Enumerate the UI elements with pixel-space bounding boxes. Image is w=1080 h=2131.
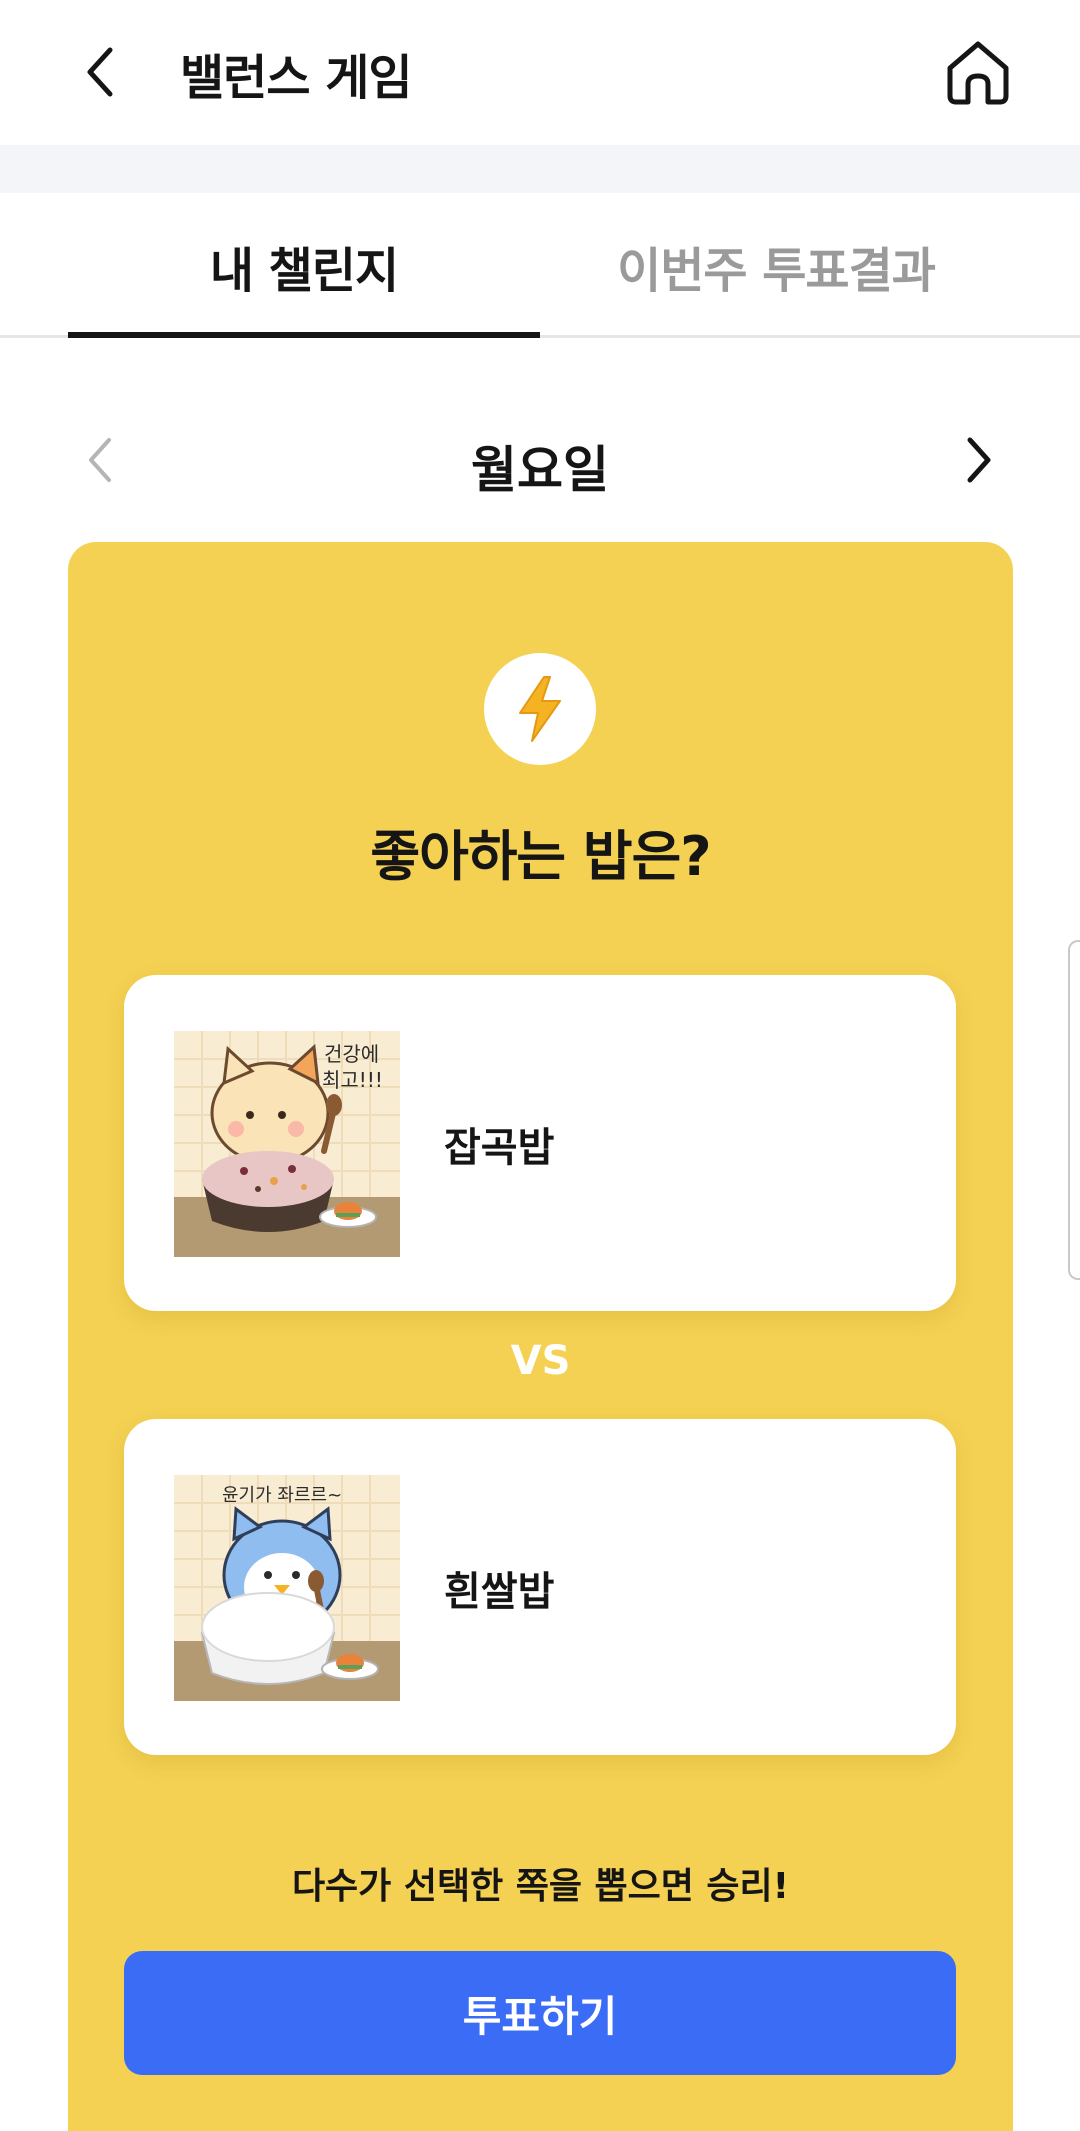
day-label: 월요일: [471, 441, 609, 499]
multigrain-rice-illustration: 건강에 최고!!!: [174, 1031, 400, 1257]
illustration-caption: 최고!!!: [322, 1068, 383, 1092]
vs-label: VS: [510, 1338, 571, 1384]
option-label: 흰쌀밥: [444, 1569, 555, 1615]
section-divider: [0, 145, 1080, 193]
illustration-caption: 윤기가 좌르르~: [222, 1485, 342, 1506]
page-title: 밸런스 게임: [180, 50, 413, 106]
active-tab-indicator: [68, 332, 540, 338]
white-rice-illustration: 윤기가 좌르르~: [174, 1475, 400, 1701]
vote-button[interactable]: 투표하기: [124, 1951, 956, 2075]
tab-my-challenge[interactable]: 내 챌린지: [68, 193, 540, 338]
illustration-caption: 건강에: [324, 1042, 379, 1066]
app-header: 밸런스 게임: [0, 0, 1080, 145]
lightning-bolt-icon: [519, 676, 561, 742]
back-button[interactable]: [68, 36, 132, 108]
day-navigator: 월요일: [0, 420, 1080, 500]
balance-game-card: 좋아하는 밥은? 건강에 최고!!! 잡곡밥 VS 윤기가 좌르르~ 흰쌀밥 다…: [68, 542, 1013, 2131]
option-card-white-rice[interactable]: 윤기가 좌르르~ 흰쌀밥: [124, 1419, 956, 1755]
chevron-left-icon: [87, 47, 113, 97]
chevron-left-icon: [89, 438, 111, 482]
home-button[interactable]: [940, 34, 1016, 110]
tab-bar: 내 챌린지 이번주 투표결과: [0, 193, 1080, 338]
rule-hint: 다수가 선택한 쪽을 뽑으면 승리!: [291, 1866, 790, 1907]
chevron-right-icon: [967, 437, 991, 483]
lightning-badge: [484, 653, 596, 765]
previous-day-button[interactable]: [76, 424, 124, 496]
option-card-multigrain-rice[interactable]: 건강에 최고!!! 잡곡밥: [124, 975, 956, 1311]
tab-weekly-results[interactable]: 이번주 투표결과: [540, 193, 1012, 338]
side-scroll-handle[interactable]: [1068, 940, 1080, 1280]
option-label: 잡곡밥: [444, 1125, 555, 1171]
next-day-button[interactable]: [955, 424, 1003, 496]
home-icon: [947, 41, 1009, 105]
question-title: 좋아하는 밥은?: [370, 825, 711, 888]
